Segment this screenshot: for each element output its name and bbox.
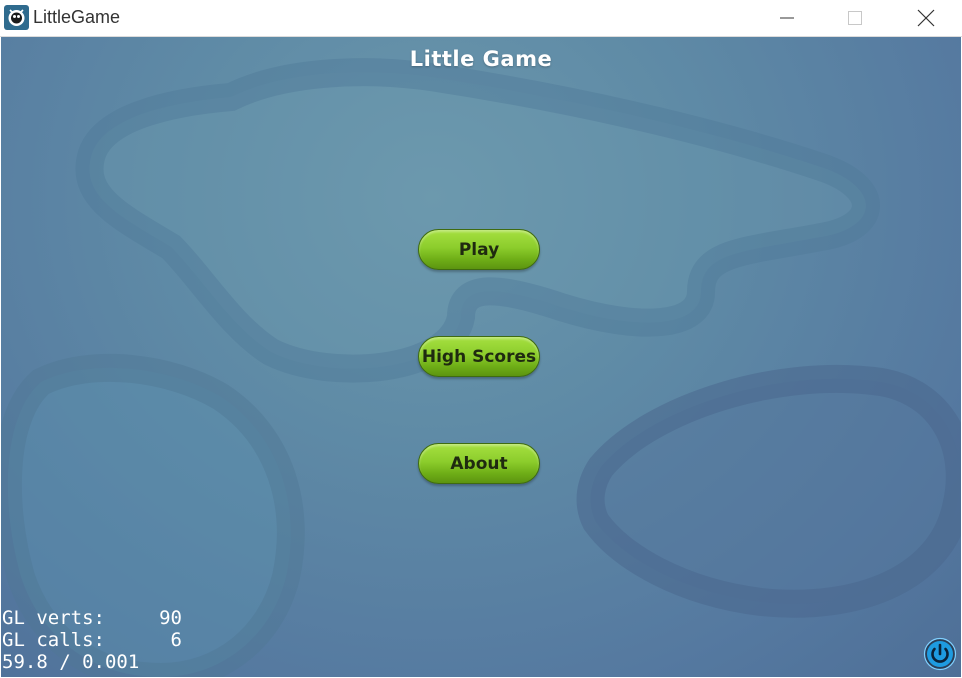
app-window: LittleGame Little Game Play High Scores [0,0,962,678]
gl-calls-label: GL calls: [2,629,105,651]
about-button[interactable]: About [418,443,540,484]
window-title: LittleGame [33,7,121,27]
fps-readout: 59.8 / 0.001 [2,651,140,673]
maximize-icon [848,11,862,25]
close-button[interactable] [903,0,949,36]
gl-verts-line: GL verts: 90 [2,607,182,629]
game-title: Little Game [409,47,553,71]
debug-stats: GL verts: 90 GL calls: 6 59.8 / 0.001 [2,607,182,673]
power-icon [923,637,957,671]
power-button[interactable] [923,637,957,671]
gl-verts-value: 90 [159,607,182,629]
close-icon [917,9,935,27]
gl-verts-label: GL verts: [2,607,105,629]
gl-calls-line: GL calls: 6 [2,629,182,651]
minimize-icon [780,17,794,19]
high-scores-button[interactable]: High Scores [418,336,540,377]
minimize-button[interactable] [764,0,810,36]
maximize-button[interactable] [832,0,878,36]
gl-calls-value: 6 [170,629,182,651]
game-canvas[interactable]: Little Game Play High Scores About GL ve… [1,37,961,677]
title-bar[interactable]: LittleGame [0,0,962,37]
cocos-app-icon [4,5,29,30]
play-button[interactable]: Play [418,229,540,270]
